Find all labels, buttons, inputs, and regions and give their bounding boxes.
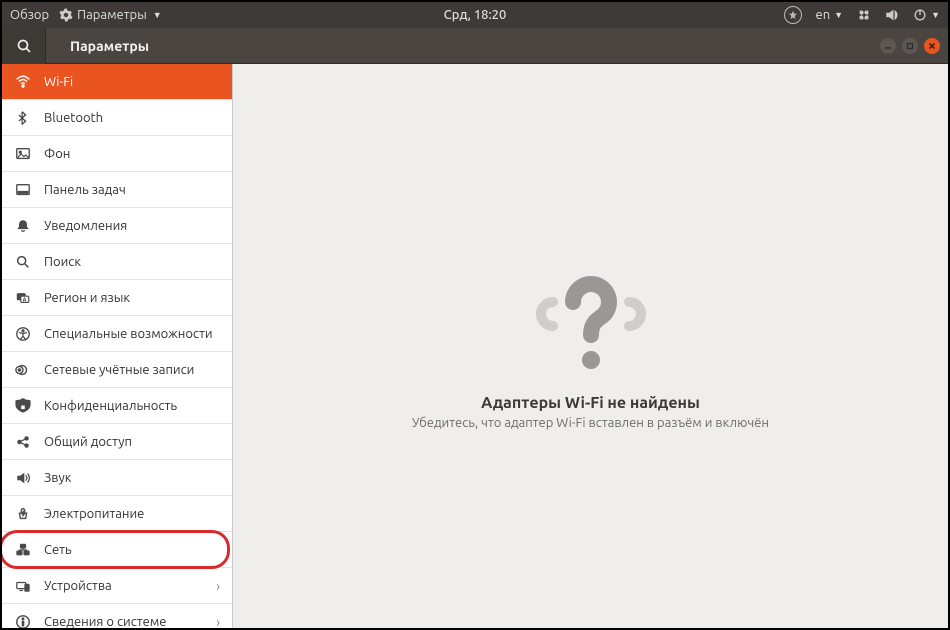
online-accounts-icon [14, 362, 32, 378]
notifications-icon [14, 218, 32, 234]
sidebar-item-online-accounts[interactable]: Сетевые учётные записи [2, 352, 232, 388]
sidebar-item-accessibility[interactable]: Специальные возможности [2, 316, 232, 352]
settings-headerbar: Параметры [2, 28, 948, 64]
devices-icon [14, 578, 32, 594]
sidebar-item-notifications[interactable]: Уведомления [2, 208, 232, 244]
sidebar-item-label: Уведомления [44, 219, 127, 233]
volume-icon[interactable] [885, 8, 899, 22]
sidebar-item-label: Конфиденциальность [44, 399, 177, 413]
activities-button[interactable]: Обзор [10, 8, 49, 22]
sidebar-item-details[interactable]: Сведения о системе › [2, 604, 232, 628]
sidebar-item-label: Bluetooth [44, 111, 103, 125]
network-icon[interactable] [857, 8, 871, 22]
sidebar-item-label: Устройства [44, 579, 112, 593]
sidebar-item-label: Панель задач [44, 183, 126, 197]
sidebar-item-devices[interactable]: Устройства › [2, 568, 232, 604]
bluetooth-icon [14, 110, 32, 126]
power-menu-icon[interactable]: ▼ [913, 8, 940, 22]
sidebar-item-network[interactable]: Сеть [2, 532, 232, 568]
sidebar-item-sound[interactable]: Звук [2, 460, 232, 496]
search-button[interactable] [2, 28, 46, 64]
sidebar-item-bluetooth[interactable]: Bluetooth [2, 100, 232, 136]
empty-state-subtitle: Убедитесь, что адаптер Wi-Fi вставлен в … [412, 416, 769, 430]
sidebar-item-label: Wi-Fi [44, 75, 73, 89]
dock-icon [14, 182, 32, 198]
close-button[interactable] [924, 38, 940, 54]
places-icon[interactable] [784, 6, 802, 24]
privacy-icon [14, 398, 32, 414]
background-icon [14, 146, 32, 162]
chevron-down-icon: ▼ [153, 10, 162, 20]
region-icon [14, 290, 32, 306]
minimize-button[interactable] [880, 38, 896, 54]
search-icon [16, 38, 32, 54]
wifi-icon [14, 74, 32, 90]
sidebar-item-dock[interactable]: Панель задач [2, 172, 232, 208]
settings-icon [59, 8, 73, 22]
gnome-topbar: Обзор Параметры ▼ Срд, 18:20 en▼ ▼ [2, 2, 948, 28]
sidebar-item-background[interactable]: Фон [2, 136, 232, 172]
sidebar-item-wifi[interactable]: Wi-Fi [2, 64, 232, 100]
sidebar-item-privacy[interactable]: Конфиденциальность [2, 388, 232, 424]
sidebar-item-label: Специальные возможности [44, 327, 213, 341]
settings-sidebar: Wi-Fi Bluetooth Фон Панель задач Уведомления… [2, 64, 233, 628]
sidebar-item-label: Сетевые учётные записи [44, 363, 194, 377]
power-icon [14, 506, 32, 522]
sidebar-item-power[interactable]: Электропитание [2, 496, 232, 532]
chevron-right-icon: › [216, 614, 220, 629]
sidebar-item-region[interactable]: Регион и язык [2, 280, 232, 316]
sidebar-item-label: Регион и язык [44, 291, 130, 305]
maximize-button[interactable] [902, 38, 918, 54]
clock[interactable]: Срд, 18:20 [444, 8, 507, 22]
sidebar-item-label: Общий доступ [44, 435, 132, 449]
sharing-icon [14, 434, 32, 450]
details-icon [14, 614, 32, 629]
sidebar-item-label: Поиск [44, 255, 81, 269]
sound-icon [14, 470, 32, 486]
question-mark-icon [531, 262, 651, 382]
sidebar-item-sharing[interactable]: Общий доступ [2, 424, 232, 460]
sidebar-item-label: Звук [44, 471, 71, 485]
network-icon [14, 542, 32, 558]
chevron-right-icon: › [216, 578, 220, 594]
window-title: Параметры [46, 38, 149, 54]
empty-state-title: Адаптеры Wi-Fi не найдены [481, 394, 700, 412]
sidebar-item-label: Фон [44, 147, 70, 161]
keyboard-layout-indicator[interactable]: en▼ [816, 8, 844, 22]
settings-content: Адаптеры Wi-Fi не найдены Убедитесь, что… [233, 64, 948, 628]
sidebar-item-label: Сеть [44, 543, 72, 557]
sidebar-item-label: Сведения о системе [44, 615, 167, 629]
sidebar-item-label: Электропитание [44, 507, 144, 521]
annotation-highlight-ring [2, 530, 230, 569]
sidebar-item-search[interactable]: Поиск [2, 244, 232, 280]
app-menu-button[interactable]: Параметры ▼ [59, 8, 162, 22]
accessibility-icon [14, 326, 32, 342]
search-icon [14, 254, 32, 270]
